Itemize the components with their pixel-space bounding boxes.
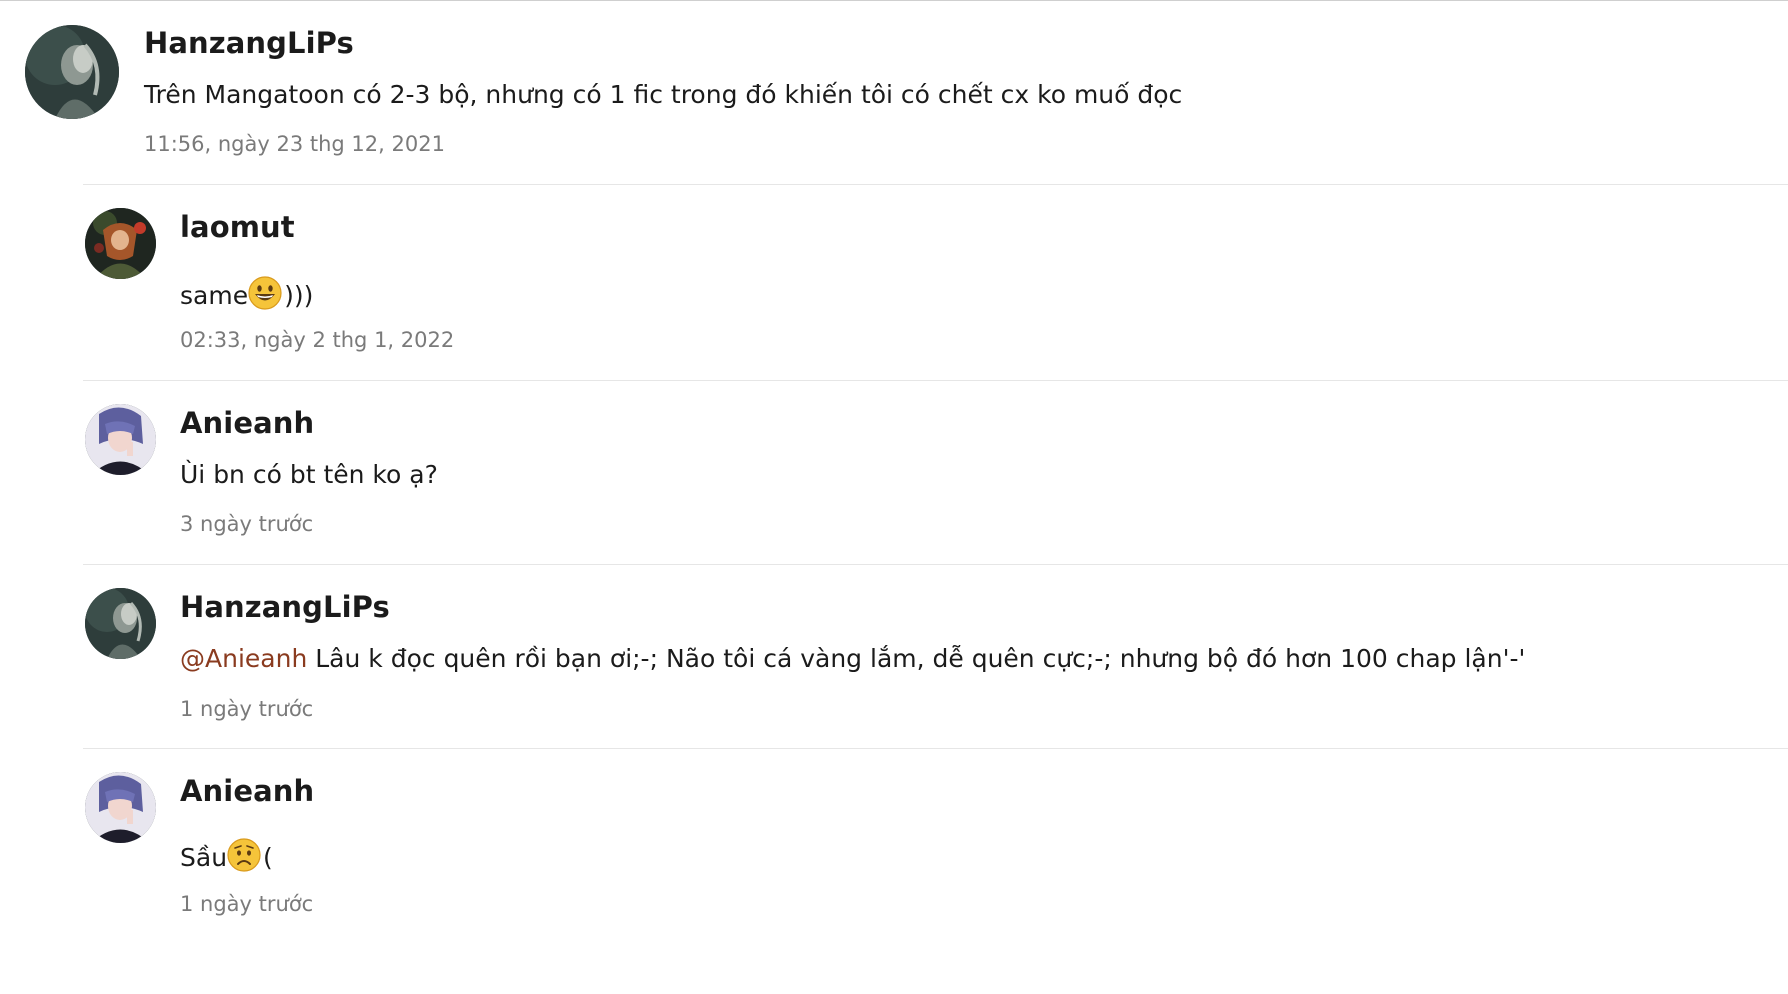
- comment-text-part: Lâu k đọc quên rồi bạn ơi;-; Não tôi cá …: [307, 644, 1526, 673]
- mention-link[interactable]: @Anieanh: [180, 644, 307, 673]
- divider: [83, 564, 1788, 565]
- avatar-anieanh-icon[interactable]: [85, 772, 156, 843]
- comment-text-part: same: [180, 281, 249, 310]
- grinning-face-icon: [248, 276, 282, 316]
- comment-timestamp: 02:33, ngày 2 thg 1, 2022: [180, 328, 455, 352]
- comment-text-part: (: [263, 843, 273, 872]
- comment-username[interactable]: HanzangLiPs: [180, 590, 390, 624]
- avatar-laomut-icon[interactable]: [85, 208, 156, 279]
- comment-text-part: Sầu: [180, 843, 228, 872]
- comment-text: @Anieanh Lâu k đọc quên rồi bạn ơi;-; Nã…: [180, 644, 1525, 673]
- top-border: [0, 0, 1788, 1]
- avatar-hanzang-icon[interactable]: [25, 25, 119, 119]
- comment-username[interactable]: laomut: [180, 210, 295, 244]
- comment-text: Sầu (: [180, 838, 273, 878]
- comment-username[interactable]: Anieanh: [180, 406, 314, 440]
- avatar-hanzang-icon[interactable]: [85, 588, 156, 659]
- comment-text: Ùi bn có bt tên ko ạ?: [180, 460, 438, 489]
- comment-username[interactable]: HanzangLiPs: [144, 26, 354, 60]
- comment-text-part: ))): [284, 281, 314, 310]
- comment-text: same))): [180, 276, 313, 316]
- comment-timestamp: 11:56, ngày 23 thg 12, 2021: [144, 132, 445, 156]
- divider: [83, 380, 1788, 381]
- divider: [83, 184, 1788, 185]
- worried-face-icon: [227, 838, 261, 878]
- avatar-anieanh-icon[interactable]: [85, 404, 156, 475]
- comment-timestamp: 3 ngày trước: [180, 512, 314, 536]
- comment-username[interactable]: Anieanh: [180, 774, 314, 808]
- comment-timestamp: 1 ngày trước: [180, 892, 314, 916]
- divider: [83, 748, 1788, 749]
- comment-timestamp: 1 ngày trước: [180, 697, 314, 721]
- comment-text: Trên Mangatoon có 2-3 bộ, nhưng có 1 fic…: [144, 80, 1183, 109]
